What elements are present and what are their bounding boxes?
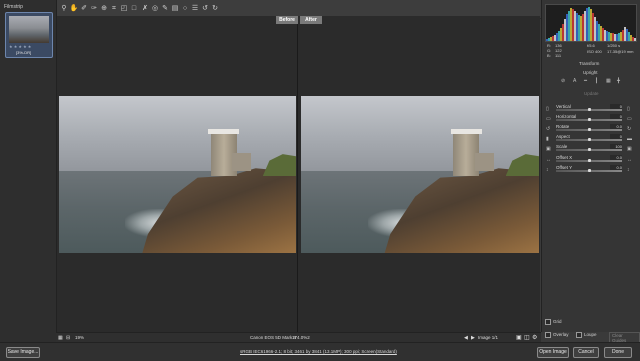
horizontal-icon: ▭ xyxy=(546,116,551,122)
slider-knob[interactable] xyxy=(587,128,591,131)
target-adjust-icon[interactable]: ⊕ xyxy=(100,5,108,13)
open-image-button[interactable]: Open Image xyxy=(537,347,569,358)
upright-auto-icon[interactable]: A xyxy=(573,78,576,84)
white-balance-icon[interactable]: ✐ xyxy=(80,5,88,13)
upright-vertical-icon[interactable]: ┃ xyxy=(595,78,598,84)
transform-icon[interactable]: □ xyxy=(130,5,138,13)
filmstrip-title: Filmstrip xyxy=(4,4,23,10)
upright-full-icon[interactable]: ▦ xyxy=(606,78,611,84)
slider-scale[interactable]: Scale 100 xyxy=(556,144,622,151)
thumbnail-name: [3%-DR] xyxy=(16,50,32,55)
adjustment-brush-icon[interactable]: ✎ xyxy=(161,5,169,13)
offset-x-icon: ↔ xyxy=(546,157,551,163)
after-tab: After xyxy=(300,16,322,24)
slider-offset-x[interactable]: Offset X 0.0 xyxy=(556,155,622,162)
preferences-icon[interactable]: ☰ xyxy=(191,5,199,13)
slider-knob[interactable] xyxy=(587,138,591,141)
filmstrip-thumbnail[interactable]: ★ ★ ★ ★ ★ [3%-DR] xyxy=(5,12,53,58)
histogram-bar xyxy=(634,38,636,41)
spot-removal-icon[interactable]: ✗ xyxy=(141,5,149,13)
histogram xyxy=(545,4,637,42)
overlay-label: Overlay xyxy=(553,332,569,337)
exposure-readout: 174.0%2 xyxy=(292,335,310,340)
after-photo xyxy=(301,96,539,253)
loupe-label: Loupe xyxy=(584,332,597,337)
slider-offset-y[interactable]: Offset Y 0.0 xyxy=(556,165,622,172)
straighten-icon[interactable]: ◰ xyxy=(120,5,128,13)
next-image-icon[interactable]: ▶ xyxy=(471,335,475,341)
b-label: B: xyxy=(547,53,551,58)
iso-value: ISO 400 xyxy=(587,49,602,54)
vertical-icon: ▯ xyxy=(546,106,549,112)
rotate-cw-icon[interactable]: ↻ xyxy=(211,5,219,13)
image-counter: Image 1/1 xyxy=(478,335,499,340)
color-sampler-icon[interactable]: ✑ xyxy=(90,5,98,13)
footer-bar: Save Image... sRGB IEC61966-2.1; 8 bit; … xyxy=(0,342,640,361)
slider-knob[interactable] xyxy=(587,148,591,151)
offset-y-right-icon: ↕ xyxy=(627,167,630,173)
loupe-checkbox[interactable] xyxy=(576,332,582,338)
upright-off-icon[interactable]: ⊘ xyxy=(561,78,565,84)
vertical-right-icon: ▯ xyxy=(627,106,630,112)
slider-vertical[interactable]: Vertical 0 xyxy=(556,104,622,111)
crop-icon[interactable]: ⌗ xyxy=(110,5,118,13)
workflow-options-link[interactable]: sRGB IEC61966-2.1; 8 bit; 3461 by 3841 (… xyxy=(240,349,397,354)
filmstrip-toggle-icon[interactable]: ▦ xyxy=(58,335,63,341)
grid-label: Grid xyxy=(553,319,562,324)
aperture-value: f/5.6 xyxy=(587,43,595,48)
prev-image-icon[interactable]: ◀ xyxy=(464,335,468,341)
section-title: Transform xyxy=(579,61,600,66)
split-divider xyxy=(297,24,298,332)
view-split-icon[interactable]: ◫ xyxy=(524,334,530,341)
filmstrip-panel: Filmstrip ★ ★ ★ ★ ★ [3%-DR] xyxy=(0,0,57,360)
zoom-out-icon[interactable]: ⊟ xyxy=(66,335,70,341)
slider-knob[interactable] xyxy=(587,118,591,121)
slider-knob[interactable] xyxy=(587,159,591,162)
grid-checkbox[interactable] xyxy=(545,319,551,325)
pixel-readout: R: 136 G: 122 B: 111 f/5.6 1/250 s ISO 4… xyxy=(545,42,635,60)
lens-value: 17-35@19 mm xyxy=(607,49,634,54)
update-button[interactable]: Update xyxy=(584,91,599,96)
slider-knob[interactable] xyxy=(587,169,591,172)
before-photo xyxy=(59,96,296,253)
scale-right-icon: ▣ xyxy=(627,146,632,152)
view-single-icon[interactable]: ▣ xyxy=(516,334,522,341)
upright-label: Upright xyxy=(583,70,598,75)
save-image-button[interactable]: Save Image... xyxy=(6,347,40,358)
b-value: 111 xyxy=(555,53,562,58)
view-settings-icon[interactable]: ⚙ xyxy=(532,334,537,341)
hand-icon[interactable]: ✋ xyxy=(70,5,79,13)
graduated-filter-icon[interactable]: ▤ xyxy=(171,5,179,13)
rotate-ccw-icon[interactable]: ↺ xyxy=(201,5,209,13)
thumbnail-image xyxy=(9,16,49,43)
upright-level-icon[interactable]: ━ xyxy=(584,78,587,84)
rotate-icon: ↺ xyxy=(546,126,551,132)
before-tab: Before xyxy=(276,16,298,24)
done-button[interactable]: Done xyxy=(604,347,632,358)
red-eye-icon[interactable]: ◎ xyxy=(151,5,159,13)
aspect-right-icon: ▬ xyxy=(627,136,632,142)
horizontal-right-icon: ▭ xyxy=(627,116,632,122)
overlay-checkbox[interactable] xyxy=(545,332,551,338)
scale-icon: ▣ xyxy=(546,146,551,152)
offset-y-icon: ↕ xyxy=(546,167,549,173)
camera-model: Canon EOS 5D Mark II xyxy=(250,335,297,340)
thumbnail-rating[interactable]: ★ ★ ★ ★ ★ xyxy=(9,44,31,49)
zoom-level[interactable]: 19% xyxy=(75,335,84,340)
zoom-icon[interactable]: ⚲ xyxy=(60,5,68,13)
slider-horizontal[interactable]: Horizontal 0 xyxy=(556,114,622,121)
rotate-right-icon: ↻ xyxy=(627,126,632,132)
offset-x-right-icon: ↔ xyxy=(627,157,632,163)
slider-aspect[interactable]: Aspect 0 xyxy=(556,134,622,141)
upright-guided-icon[interactable]: ╋ xyxy=(617,78,620,84)
aspect-icon: ▮ xyxy=(546,136,549,142)
slider-knob[interactable] xyxy=(587,108,591,111)
shutter-value: 1/250 s xyxy=(607,43,621,48)
slider-rotate[interactable]: Rotate 0.0 xyxy=(556,124,622,131)
radial-filter-icon[interactable]: ○ xyxy=(181,5,189,13)
cancel-button[interactable]: Cancel xyxy=(573,347,599,358)
